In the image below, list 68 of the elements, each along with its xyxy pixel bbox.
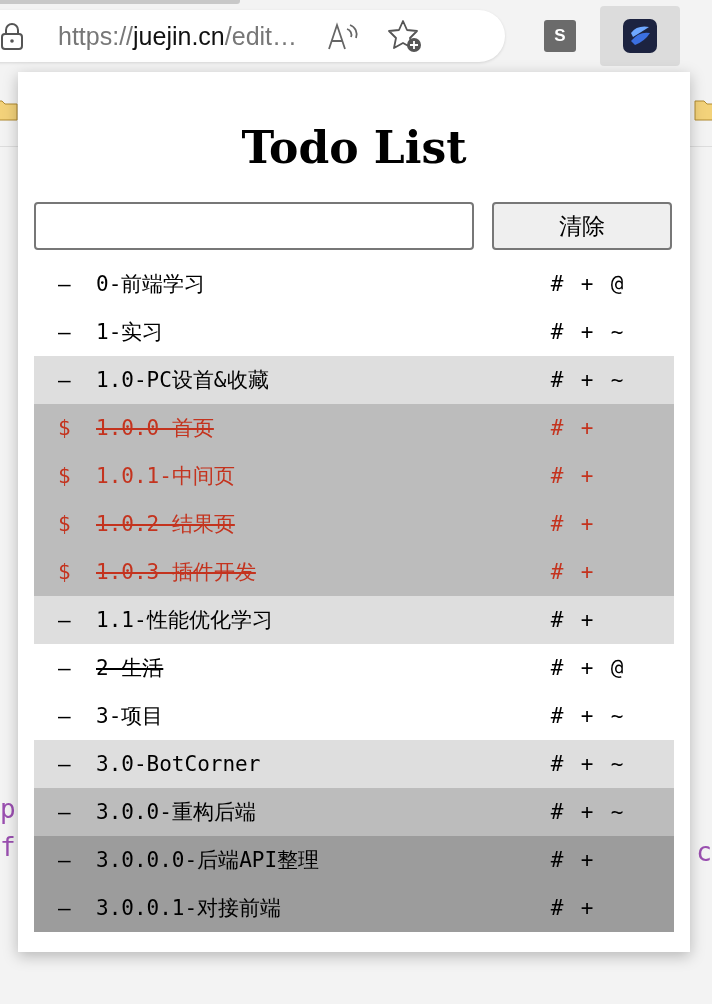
todo-text: 1.0-PC设首&收藏: [96, 367, 270, 394]
row-marker: –: [58, 272, 72, 296]
action-button[interactable]: #: [544, 704, 570, 728]
row-marker: –: [58, 656, 72, 680]
action-button[interactable]: #: [544, 608, 570, 632]
extension-button[interactable]: S: [520, 6, 600, 66]
action-button[interactable]: ~: [604, 368, 630, 392]
row-marker: –: [58, 320, 72, 344]
row-marker: –: [58, 608, 72, 632]
action-button[interactable]: #: [544, 752, 570, 776]
row-marker: $: [58, 464, 72, 488]
action-button[interactable]: +: [574, 320, 600, 344]
row-marker: $: [58, 416, 72, 440]
row-marker: –: [58, 848, 72, 872]
page-text: p: [0, 794, 16, 824]
action-button[interactable]: #: [544, 896, 570, 920]
action-button[interactable]: ~: [604, 704, 630, 728]
action-button[interactable]: ~: [604, 320, 630, 344]
action-button[interactable]: +: [574, 272, 600, 296]
todo-text: 1.0.2-结果页: [96, 511, 236, 538]
todo-text: 3.0.0.0-后端API整理: [96, 847, 321, 874]
todo-text: 1.1-性能优化学习: [96, 607, 274, 634]
todo-text: 1.0.3-插件开发: [96, 559, 257, 586]
action-button[interactable]: #: [544, 800, 570, 824]
add-favorite-icon[interactable]: [387, 18, 424, 54]
app-logo-icon: [623, 19, 657, 53]
page-text: f: [0, 832, 16, 862]
todo-text: 3-项目: [96, 703, 165, 730]
action-button[interactable]: #: [544, 272, 570, 296]
action-button[interactable]: #: [544, 368, 570, 392]
action-button[interactable]: +: [574, 752, 600, 776]
extension-button[interactable]: [600, 6, 680, 66]
action-button[interactable]: +: [574, 656, 600, 680]
todo-input[interactable]: [34, 202, 474, 250]
action-button[interactable]: +: [574, 896, 600, 920]
action-button[interactable]: @: [604, 656, 630, 680]
action-button[interactable]: ~: [604, 800, 630, 824]
todo-text: 0-前端学习: [96, 271, 207, 298]
url-text: https://juejin.cn/edit…: [58, 21, 298, 51]
address-bar[interactable]: https://juejin.cn/edit…: [0, 10, 505, 62]
todo-text: 3.0-BotCorner: [96, 752, 262, 776]
todo-text: 3.0.0.1-对接前端: [96, 895, 283, 922]
row-marker: –: [58, 368, 72, 392]
row-marker: –: [58, 752, 72, 776]
action-button[interactable]: +: [574, 368, 600, 392]
todo-text: 2-生活: [96, 655, 165, 682]
action-button[interactable]: #: [544, 848, 570, 872]
action-button[interactable]: @: [604, 272, 630, 296]
row-marker: –: [58, 896, 72, 920]
row-marker: $: [58, 512, 72, 536]
todo-text: 1.0.1-中间页: [96, 463, 236, 490]
lock-icon: [0, 22, 24, 50]
action-button[interactable]: +: [574, 800, 600, 824]
todo-text: 3.0.0-重构后端: [96, 799, 257, 826]
popup-title: Todo List: [241, 121, 467, 175]
action-button[interactable]: +: [574, 704, 600, 728]
action-button[interactable]: +: [574, 848, 600, 872]
row-marker: –: [58, 704, 72, 728]
todo-text: 1-实习: [96, 319, 165, 346]
todo-text: 1.0.0-首页: [96, 415, 215, 442]
page-text: c: [696, 837, 712, 867]
clear-button[interactable]: 清除: [492, 202, 672, 250]
action-button[interactable]: #: [544, 656, 570, 680]
action-button[interactable]: ~: [604, 752, 630, 776]
row-marker: –: [58, 800, 72, 824]
action-button[interactable]: #: [544, 320, 570, 344]
row-marker: $: [58, 560, 72, 584]
action-button[interactable]: +: [574, 608, 600, 632]
